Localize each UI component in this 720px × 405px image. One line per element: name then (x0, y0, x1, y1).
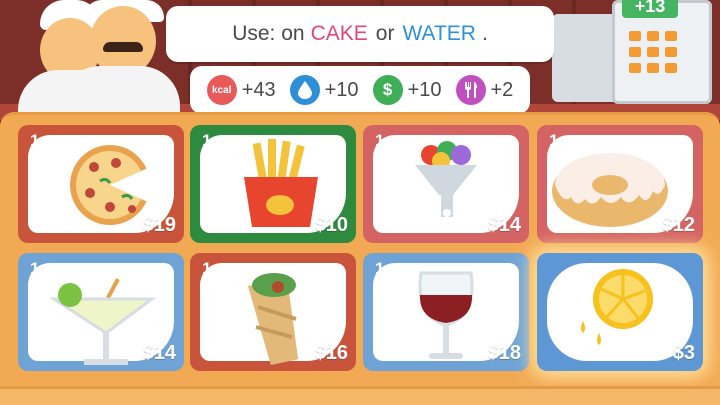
item-qty: 1 (375, 259, 385, 278)
stat-satiety-value: +2 (490, 78, 514, 101)
item-qty: 1 (30, 259, 40, 278)
cocktail-icon (48, 278, 157, 365)
tip-suffix: . (481, 22, 488, 45)
item-card-cocktail[interactable]: 1 $14 (18, 253, 184, 371)
lemon-icon (581, 269, 653, 345)
water-drop-icon (289, 75, 320, 105)
item-stats: kcal +43 +10 $ +10 +2 (190, 66, 530, 114)
tip-prefix: Use: on (232, 22, 305, 45)
usage-tip: Use: on CAKE or WATER . (166, 6, 554, 62)
tip-or: or (375, 22, 395, 45)
tip-water: WATER (402, 22, 476, 45)
item-price: $10 (314, 214, 348, 236)
ice-cream-icon (415, 141, 477, 217)
item-card-wine[interactable]: 1 $18 (363, 253, 529, 371)
item-price: $18 (487, 342, 521, 364)
item-price: $16 (314, 342, 348, 364)
item-card-lemon[interactable]: $3 (537, 253, 703, 371)
item-price: $14 (142, 342, 176, 364)
item-card-donut[interactable]: 1 $12 (537, 125, 703, 243)
stat-money-value: +10 (407, 78, 442, 101)
money-icon: $ (372, 75, 403, 105)
item-card-pizza[interactable]: 1 $19 (18, 125, 184, 243)
item-card-ice-cream[interactable]: 1 $14 (363, 125, 529, 243)
item-price: $14 (487, 214, 521, 236)
item-card-fries[interactable]: 1 $10 (190, 125, 356, 243)
item-price: $3 (672, 342, 695, 364)
item-card-burrito[interactable]: 1 $16 (190, 253, 356, 371)
item-price: $12 (661, 214, 695, 236)
stat-kcal-value: +43 (241, 78, 276, 101)
item-qty: 1 (202, 259, 212, 278)
wine-glass-icon (418, 271, 474, 359)
stat-money: $ +10 (372, 75, 442, 105)
stat-satiety: +2 (455, 75, 514, 105)
item-qty: 1 (202, 131, 212, 150)
donut-icon (552, 153, 668, 227)
register-keys (629, 31, 677, 73)
item-qty: 1 (30, 131, 40, 150)
item-price: $19 (142, 214, 176, 236)
burrito-icon (247, 273, 299, 366)
stat-water-value: +10 (324, 78, 359, 101)
cash-register: +13 (552, 0, 720, 112)
fork-knife-icon (455, 75, 486, 105)
stat-kcal: kcal +43 (206, 75, 276, 105)
bottom-shelf (0, 386, 720, 405)
register-bonus-badge: +13 (622, 0, 678, 18)
kcal-icon: kcal (206, 75, 237, 105)
stat-water: +10 (289, 75, 359, 105)
tip-cake: CAKE (310, 22, 368, 45)
item-qty: 1 (375, 131, 385, 150)
item-qty: 1 (549, 131, 559, 150)
